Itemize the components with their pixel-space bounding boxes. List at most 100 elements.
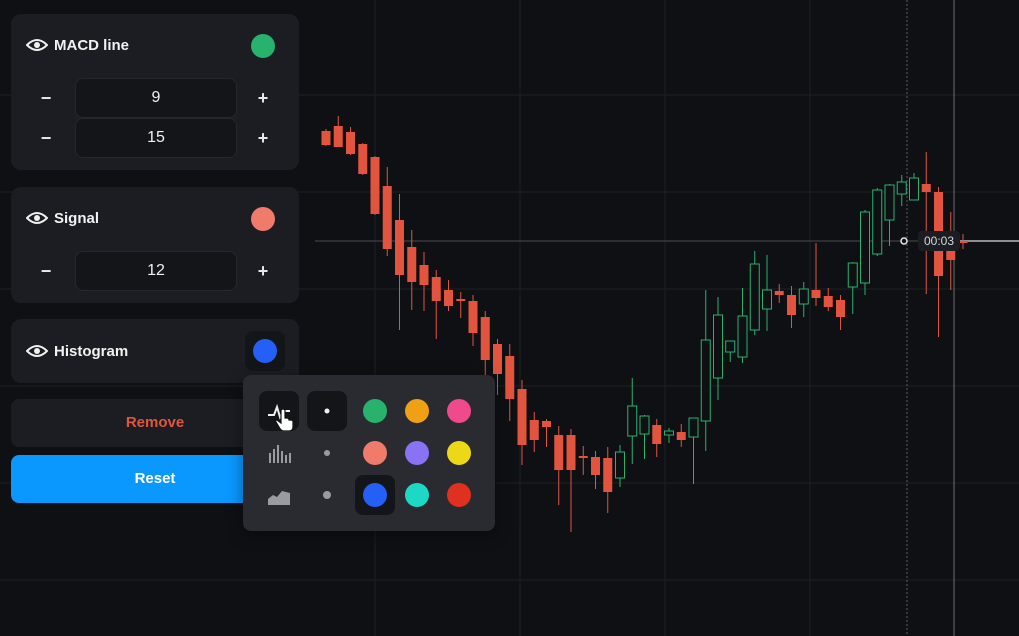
- color-option[interactable]: [397, 475, 437, 515]
- candle: [468, 295, 478, 346]
- signal-header: Signal: [26, 187, 285, 249]
- color-dot: [447, 441, 471, 465]
- candle: [737, 288, 748, 363]
- eye-icon[interactable]: [26, 211, 48, 225]
- candle: [444, 280, 453, 311]
- signal-panel: Signal − 12 +: [11, 187, 299, 303]
- macd-line-color-swatch[interactable]: [251, 34, 275, 58]
- candle: [896, 175, 907, 206]
- color-option[interactable]: [355, 391, 395, 431]
- candle: [749, 251, 760, 335]
- histogram-color-swatch[interactable]: [253, 339, 277, 363]
- candle: [872, 188, 883, 256]
- candle: [811, 243, 821, 306]
- thickness-dot-icon: [323, 491, 331, 499]
- candle: [713, 297, 723, 400]
- color-picker-popup: [243, 375, 495, 531]
- thickness-dot-icon: [324, 408, 330, 414]
- signal-color-swatch[interactable]: [251, 207, 275, 231]
- color-option[interactable]: [439, 475, 479, 515]
- minus-button[interactable]: −: [26, 251, 66, 291]
- candle: [676, 424, 686, 447]
- color-dot: [405, 399, 429, 423]
- candle: [652, 419, 662, 457]
- histogram-style-option[interactable]: [259, 433, 299, 473]
- candle: [934, 187, 943, 337]
- histogram-title: Histogram: [54, 342, 129, 360]
- candle: [407, 230, 417, 310]
- line-style-option[interactable]: [259, 391, 299, 431]
- macd-line-header: MACD line: [26, 14, 285, 76]
- thickness-option-thick[interactable]: [307, 391, 347, 431]
- candle: [321, 129, 331, 146]
- macd-slow-period-input[interactable]: 15: [75, 118, 237, 158]
- plus-button[interactable]: +: [243, 251, 283, 291]
- color-dot: [405, 441, 429, 465]
- candle: [603, 447, 613, 513]
- color-dot: [363, 441, 387, 465]
- candle: [505, 344, 515, 421]
- histogram-style-icon: [269, 445, 291, 463]
- candle: [860, 210, 870, 295]
- candle: [358, 143, 368, 175]
- candle: [517, 380, 527, 465]
- candle: [774, 284, 784, 303]
- candle: [836, 295, 845, 330]
- candle: [542, 419, 551, 447]
- candle: [884, 184, 895, 246]
- hand-cursor-icon: [275, 409, 293, 431]
- candle: [456, 292, 466, 318]
- candle: [787, 286, 796, 328]
- thickness-option-medium[interactable]: [307, 433, 347, 473]
- signal-title: Signal: [54, 209, 100, 227]
- plus-button[interactable]: +: [243, 78, 283, 118]
- candle: [762, 255, 772, 331]
- color-option[interactable]: [355, 433, 395, 473]
- candle: [395, 194, 404, 330]
- macd-line-title: MACD line: [54, 36, 129, 54]
- signal-period-stepper: − 12 +: [11, 251, 299, 291]
- minus-button[interactable]: −: [26, 118, 66, 158]
- eye-icon[interactable]: [26, 344, 48, 358]
- candle: [346, 127, 355, 155]
- eye-icon[interactable]: [26, 38, 48, 52]
- signal-period-input[interactable]: 12: [75, 251, 237, 291]
- candle: [554, 426, 564, 505]
- candle: [419, 252, 429, 311]
- macd-fast-period-stepper: − 9 +: [11, 78, 299, 118]
- color-option[interactable]: [355, 475, 395, 515]
- plus-button[interactable]: +: [243, 118, 283, 158]
- color-dot: [363, 399, 387, 423]
- candle: [578, 446, 588, 475]
- area-style-icon: [268, 491, 290, 505]
- candle: [798, 282, 809, 317]
- time-label: 00:03: [918, 231, 960, 251]
- color-option[interactable]: [397, 391, 437, 431]
- candle: [370, 156, 380, 215]
- candle: [921, 152, 931, 294]
- candle: [700, 290, 711, 451]
- candle: [664, 428, 674, 443]
- color-option[interactable]: [439, 391, 479, 431]
- color-dot: [447, 399, 471, 423]
- macd-line-panel: MACD line − 9 + − 15 +: [11, 14, 299, 170]
- candle: [382, 167, 392, 256]
- color-option[interactable]: [439, 433, 479, 473]
- color-dot: [447, 483, 471, 507]
- histogram-panel: Histogram: [11, 319, 299, 383]
- histogram-color-swatch-wrap[interactable]: [245, 331, 285, 371]
- area-style-option[interactable]: [259, 475, 299, 515]
- color-option[interactable]: [397, 433, 437, 473]
- minus-button[interactable]: −: [26, 78, 66, 118]
- macd-fast-period-input[interactable]: 9: [75, 78, 237, 118]
- candle: [639, 415, 650, 459]
- candle: [688, 417, 699, 484]
- candle: [823, 288, 833, 311]
- candle: [909, 173, 919, 201]
- thickness-option-thin[interactable]: [307, 475, 347, 515]
- color-dot: [405, 483, 429, 507]
- candle: [529, 412, 539, 452]
- candle: [725, 340, 736, 362]
- candle: [333, 116, 343, 147]
- color-dot: [363, 483, 387, 507]
